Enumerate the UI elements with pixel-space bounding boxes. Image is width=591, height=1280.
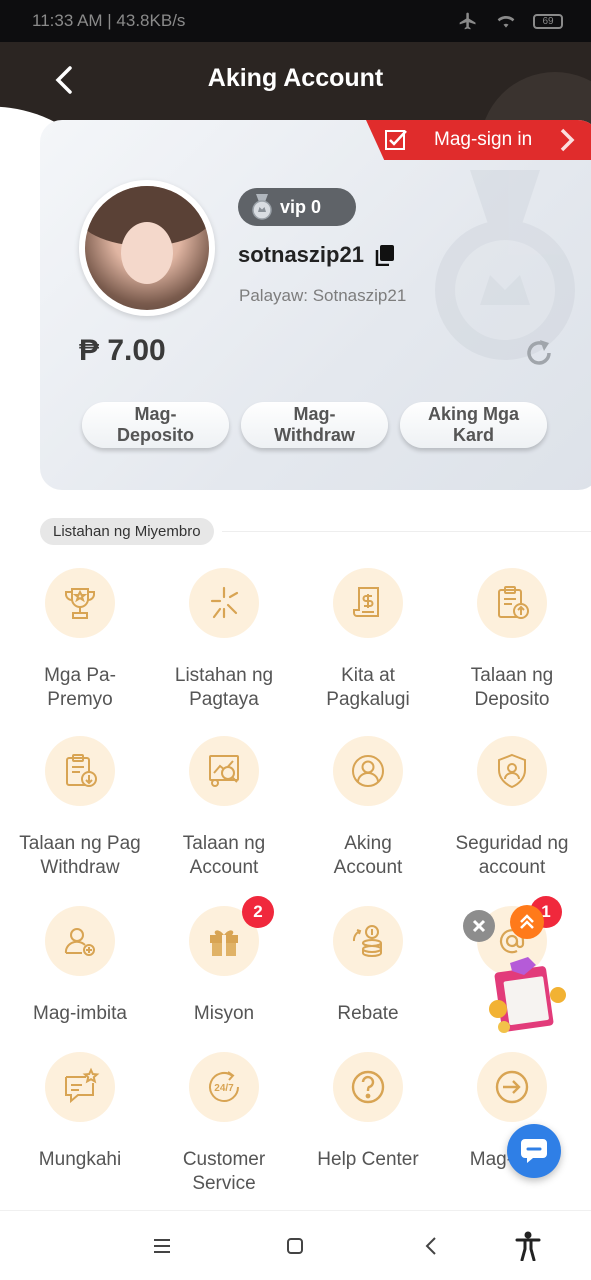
copy-icon[interactable] [374,244,396,266]
status-icons: 69 [457,11,563,31]
double-chevron-up-icon [520,914,534,929]
withdraw-label: Mag- Withdraw [274,404,355,445]
chat-button[interactable] [507,1124,561,1178]
nav-home-button[interactable] [280,1231,310,1261]
back-chevron-icon [425,1237,436,1255]
wallet-actions: Mag- Deposito Mag- Withdraw Aking Mga Ka… [82,402,547,448]
menu-label: Talaan ng Account [182,833,266,878]
notification-badge: 2 [242,896,274,928]
chevron-right-icon [560,128,575,152]
chat-bubble-icon [521,1139,547,1163]
menu-item-mission[interactable]: Misyon 2 [152,896,296,1026]
betting-list-icon [189,568,259,638]
menu-label: Mungkahi [38,1149,122,1170]
vip-medal-icon [252,194,272,220]
refresh-icon[interactable] [524,338,554,368]
menu-item-invite[interactable]: Mag-imbita [8,906,152,1026]
my-cards-button[interactable]: Aking Mga Kard [400,402,547,448]
vip-label: vip 0 [280,196,322,217]
profile-card: Mag-sign in vip 0 sotnaszip21 Palayaw: S… [40,120,591,490]
menu-label: Customer Service [182,1149,266,1194]
medal-watermark-icon [435,170,575,360]
menu-label: Talaan ng Deposito [470,665,554,710]
avatar[interactable] [79,180,215,316]
menu-label: Aking Account [333,833,403,878]
menu-label: Help Center [317,1149,419,1170]
coins-icon [333,906,403,976]
user-icon [333,736,403,806]
trophy-icon [45,568,115,638]
invite-icon [45,906,115,976]
withdraw-button[interactable]: Mag- Withdraw [241,402,388,448]
account-record-icon [189,736,259,806]
username: sotnaszip21 [238,242,364,267]
menu-label: Talaan ng Pag Withdraw [19,833,141,878]
close-icon [472,919,486,933]
system-navigation-bar [0,1210,591,1280]
profit-loss-icon [333,568,403,638]
home-square-icon [287,1238,303,1254]
menu-icon [154,1239,170,1253]
support-24-7-icon: 24/7 [189,1052,259,1122]
page-title: Aking Account [207,64,384,92]
menu-item-rewards[interactable]: Mga Pa- Premyo [8,568,152,712]
menu-label: Seguridad ng account [455,833,569,878]
withdraw-record-icon [45,736,115,806]
signin-button[interactable]: Mag-sign in [366,120,591,160]
nav-back-button[interactable] [416,1231,446,1261]
status-bar: 11:33 AM | 43.8KB/s 69 [0,0,591,42]
deposit-button[interactable]: Mag- Deposito [82,402,229,448]
deposit-label: Mag- Deposito [116,404,194,445]
my-cards-label: Aking Mga Kard [427,404,519,445]
menu-item-profit-loss[interactable]: Kita at Pagkalugi [296,568,440,712]
section-divider [222,531,591,532]
svg-text:24/7: 24/7 [214,1083,234,1094]
menu-item-my-account[interactable]: Aking Account [296,736,440,880]
menu-label: Rebate [337,1003,399,1024]
menu-item-help-center[interactable]: Help Center [296,1052,440,1172]
menu-item-account-security[interactable]: Seguridad ng account [440,736,584,880]
help-icon [333,1052,403,1122]
shield-icon [477,736,547,806]
battery-icon: 69 [533,13,563,29]
menu-label: Kita at Pagkalugi [326,665,410,710]
menu-label: Listahan ng Pagtaya [174,665,274,710]
floating-close-button[interactable] [463,910,495,942]
menu-label: Misyon [193,1003,255,1024]
section-title: Listahan ng Miyembro [40,518,214,545]
menu-item-customer-service[interactable]: 24/7 Customer Service [152,1052,296,1196]
accessibility-icon [515,1231,541,1261]
status-time: 11:33 AM | 43.8KB/s [32,11,186,30]
airplane-icon [459,12,476,30]
checkbox-icon [385,130,407,150]
menu-label: Mga Pa- Premyo [44,665,116,710]
deposit-record-icon [477,568,547,638]
menu-item-account-record[interactable]: Talaan ng Account [152,736,296,880]
logout-icon [477,1052,547,1122]
menu-item-feedback[interactable]: Mungkahi [8,1052,152,1172]
nickname: Palayaw: Sotnaszip21 [239,286,407,305]
battery-level: 69 [542,15,554,27]
balance: ₱ 7.00 [79,334,166,367]
wifi-icon [497,16,515,28]
nav-accessibility-button[interactable] [513,1231,543,1261]
feedback-icon [45,1052,115,1122]
menu-item-deposit-record[interactable]: Talaan ng Deposito [440,568,584,712]
menu-item-rebate[interactable]: Rebate [296,906,440,1026]
signin-label: Mag-sign in [434,129,533,150]
nav-menu-button[interactable] [147,1231,177,1261]
menu-item-betting-list[interactable]: Listahan ng Pagtaya [152,568,296,712]
floating-expand-button[interactable] [510,905,544,939]
promo-box-icon[interactable] [484,955,574,1040]
menu-item-withdraw-record[interactable]: Talaan ng Pag Withdraw [8,736,152,880]
menu-label: Mag-imbita [33,1003,127,1024]
username-row: sotnaszip21 [238,242,396,268]
vip-badge[interactable]: vip 0 [238,188,356,226]
